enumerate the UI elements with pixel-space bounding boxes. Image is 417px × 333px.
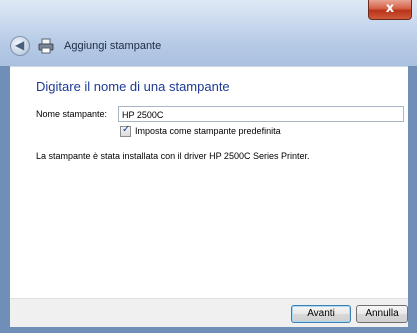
close-icon: x: [385, 1, 395, 16]
page-heading: Digitare il nome di una stampante: [36, 79, 230, 94]
printer-icon: [38, 38, 54, 54]
cancel-button[interactable]: Annulla: [356, 305, 408, 323]
printer-name-input[interactable]: HP 2500C: [118, 106, 404, 122]
back-arrow-icon: ◀: [15, 38, 25, 52]
add-printer-window: x ◀ Aggiungi stampante Digitare il nome …: [0, 0, 417, 333]
window-title: Aggiungi stampante: [64, 40, 162, 52]
default-printer-label[interactable]: Imposta come stampante predefinita: [135, 126, 281, 136]
title-bar: x ◀ Aggiungi stampante: [0, 0, 417, 66]
back-button[interactable]: ◀: [10, 36, 30, 56]
checkmark-icon: ✓: [122, 124, 131, 135]
next-button[interactable]: Avanti: [291, 305, 351, 323]
close-button[interactable]: x: [368, 0, 412, 20]
wizard-content: Digitare il nome di una stampante Nome s…: [10, 66, 408, 325]
driver-info-text: La stampante è stata installata con il d…: [36, 151, 310, 161]
printer-name-label: Nome stampante:: [36, 109, 108, 119]
button-bar: Avanti Annulla: [10, 298, 408, 327]
default-printer-checkbox[interactable]: ✓: [120, 124, 131, 137]
